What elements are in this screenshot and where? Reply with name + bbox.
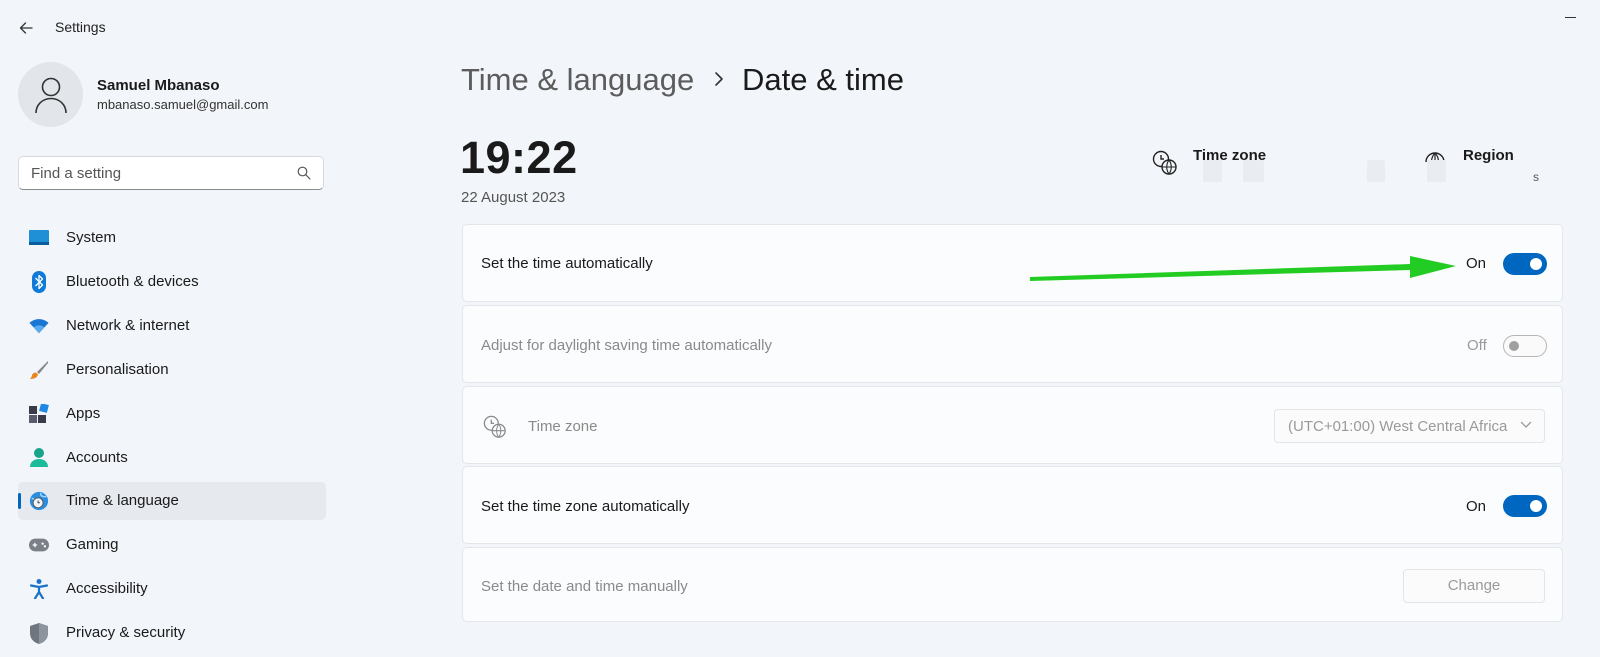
annotation-arrow-icon: [1030, 256, 1456, 281]
sidebar-item-label: Privacy & security: [66, 624, 186, 641]
redacted-block: [1367, 160, 1385, 182]
setting-card-auto-timezone: Set the time zone automatically On: [462, 466, 1563, 544]
accessibility-icon: [29, 579, 49, 599]
bluetooth-icon: [29, 271, 49, 293]
redacted-block: [1427, 160, 1446, 182]
setting-card-manual: Set the date and time manually Change: [462, 547, 1563, 622]
current-date: 22 August 2023: [461, 189, 566, 206]
timezone-icon: [1152, 150, 1177, 175]
search-icon: [297, 166, 311, 180]
auto-time-toggle[interactable]: [1503, 253, 1547, 275]
auto-timezone-label: Set the time zone automatically: [481, 498, 690, 515]
sidebar-item-label: Apps: [66, 405, 101, 422]
sidebar-item-apps[interactable]: Apps: [18, 395, 326, 433]
sidebar-item-label: Gaming: [66, 536, 119, 553]
sidebar-item-label: Accounts: [66, 449, 128, 466]
selection-indicator: [18, 493, 21, 509]
user-icon: [34, 77, 67, 113]
sidebar-item-label: Accessibility: [66, 580, 148, 597]
dst-label: Adjust for daylight saving time automati…: [481, 337, 772, 354]
sidebar-item-gaming[interactable]: Gaming: [18, 526, 326, 564]
dst-toggle[interactable]: [1503, 335, 1547, 357]
sidebar-item-accounts[interactable]: Accounts: [18, 439, 326, 477]
auto-time-state: On: [1466, 255, 1487, 272]
sidebar-item-personalisation[interactable]: Personalisation: [18, 351, 326, 389]
sidebar-item-time-language[interactable]: Time & language: [18, 482, 326, 520]
timezone-dropdown-value: (UTC+01:00) West Central Africa: [1288, 418, 1508, 435]
wifi-icon: [29, 316, 49, 336]
sidebar-item-label: System: [66, 229, 117, 246]
shield-icon: [29, 622, 49, 644]
chevron-down-icon: [1520, 421, 1532, 428]
redacted-block: [1203, 160, 1222, 182]
auto-timezone-toggle[interactable]: [1503, 495, 1547, 517]
gamepad-icon: [29, 535, 49, 555]
sidebar-item-network[interactable]: Network & internet: [18, 307, 326, 345]
user-email: mbanaso.samuel@gmail.com: [97, 97, 269, 112]
sidebar-item-label: Personalisation: [66, 361, 169, 378]
apps-icon: [29, 404, 49, 424]
dst-state: Off: [1467, 337, 1487, 354]
system-icon: [29, 228, 49, 248]
search-box[interactable]: [18, 156, 324, 190]
region-title: Region: [1463, 147, 1514, 164]
sidebar-item-label: Time & language: [66, 492, 179, 509]
brush-icon: [29, 360, 49, 380]
timezone-label: Time zone: [528, 418, 598, 435]
chevron-right-icon: [715, 72, 723, 86]
user-name: Samuel Mbanaso: [97, 77, 220, 94]
setting-card-dst: Adjust for daylight saving time automati…: [462, 305, 1563, 383]
globe-clock-icon: [29, 491, 49, 511]
redacted-block: [1243, 160, 1264, 182]
timezone-icon: [483, 415, 506, 438]
current-time: 19:22: [460, 132, 578, 183]
breadcrumb-parent[interactable]: Time & language: [461, 62, 694, 98]
region-value: s: [1533, 170, 1539, 184]
auto-time-label: Set the time automatically: [481, 255, 653, 272]
sidebar-item-system[interactable]: System: [18, 219, 326, 257]
back-arrow-icon: [19, 22, 33, 34]
minimize-button[interactable]: [1556, 6, 1586, 30]
person-icon: [29, 448, 49, 468]
manual-label: Set the date and time manually: [481, 578, 688, 595]
sidebar-item-bluetooth[interactable]: Bluetooth & devices: [18, 263, 326, 301]
setting-card-timezone: Time zone (UTC+01:00) West Central Afric…: [462, 386, 1563, 464]
auto-timezone-state: On: [1466, 498, 1487, 515]
sidebar-item-privacy[interactable]: Privacy & security: [18, 614, 326, 652]
search-input[interactable]: [31, 157, 281, 189]
timezone-dropdown[interactable]: (UTC+01:00) West Central Africa: [1274, 409, 1545, 443]
page-title: Date & time: [742, 62, 904, 97]
sidebar-item-label: Network & internet: [66, 317, 190, 334]
sidebar-item-accessibility[interactable]: Accessibility: [18, 570, 326, 608]
back-button[interactable]: [10, 14, 42, 42]
sidebar-item-label: Bluetooth & devices: [66, 273, 199, 290]
change-button[interactable]: Change: [1403, 569, 1545, 603]
avatar[interactable]: [18, 62, 83, 127]
app-title: Settings: [55, 19, 106, 35]
